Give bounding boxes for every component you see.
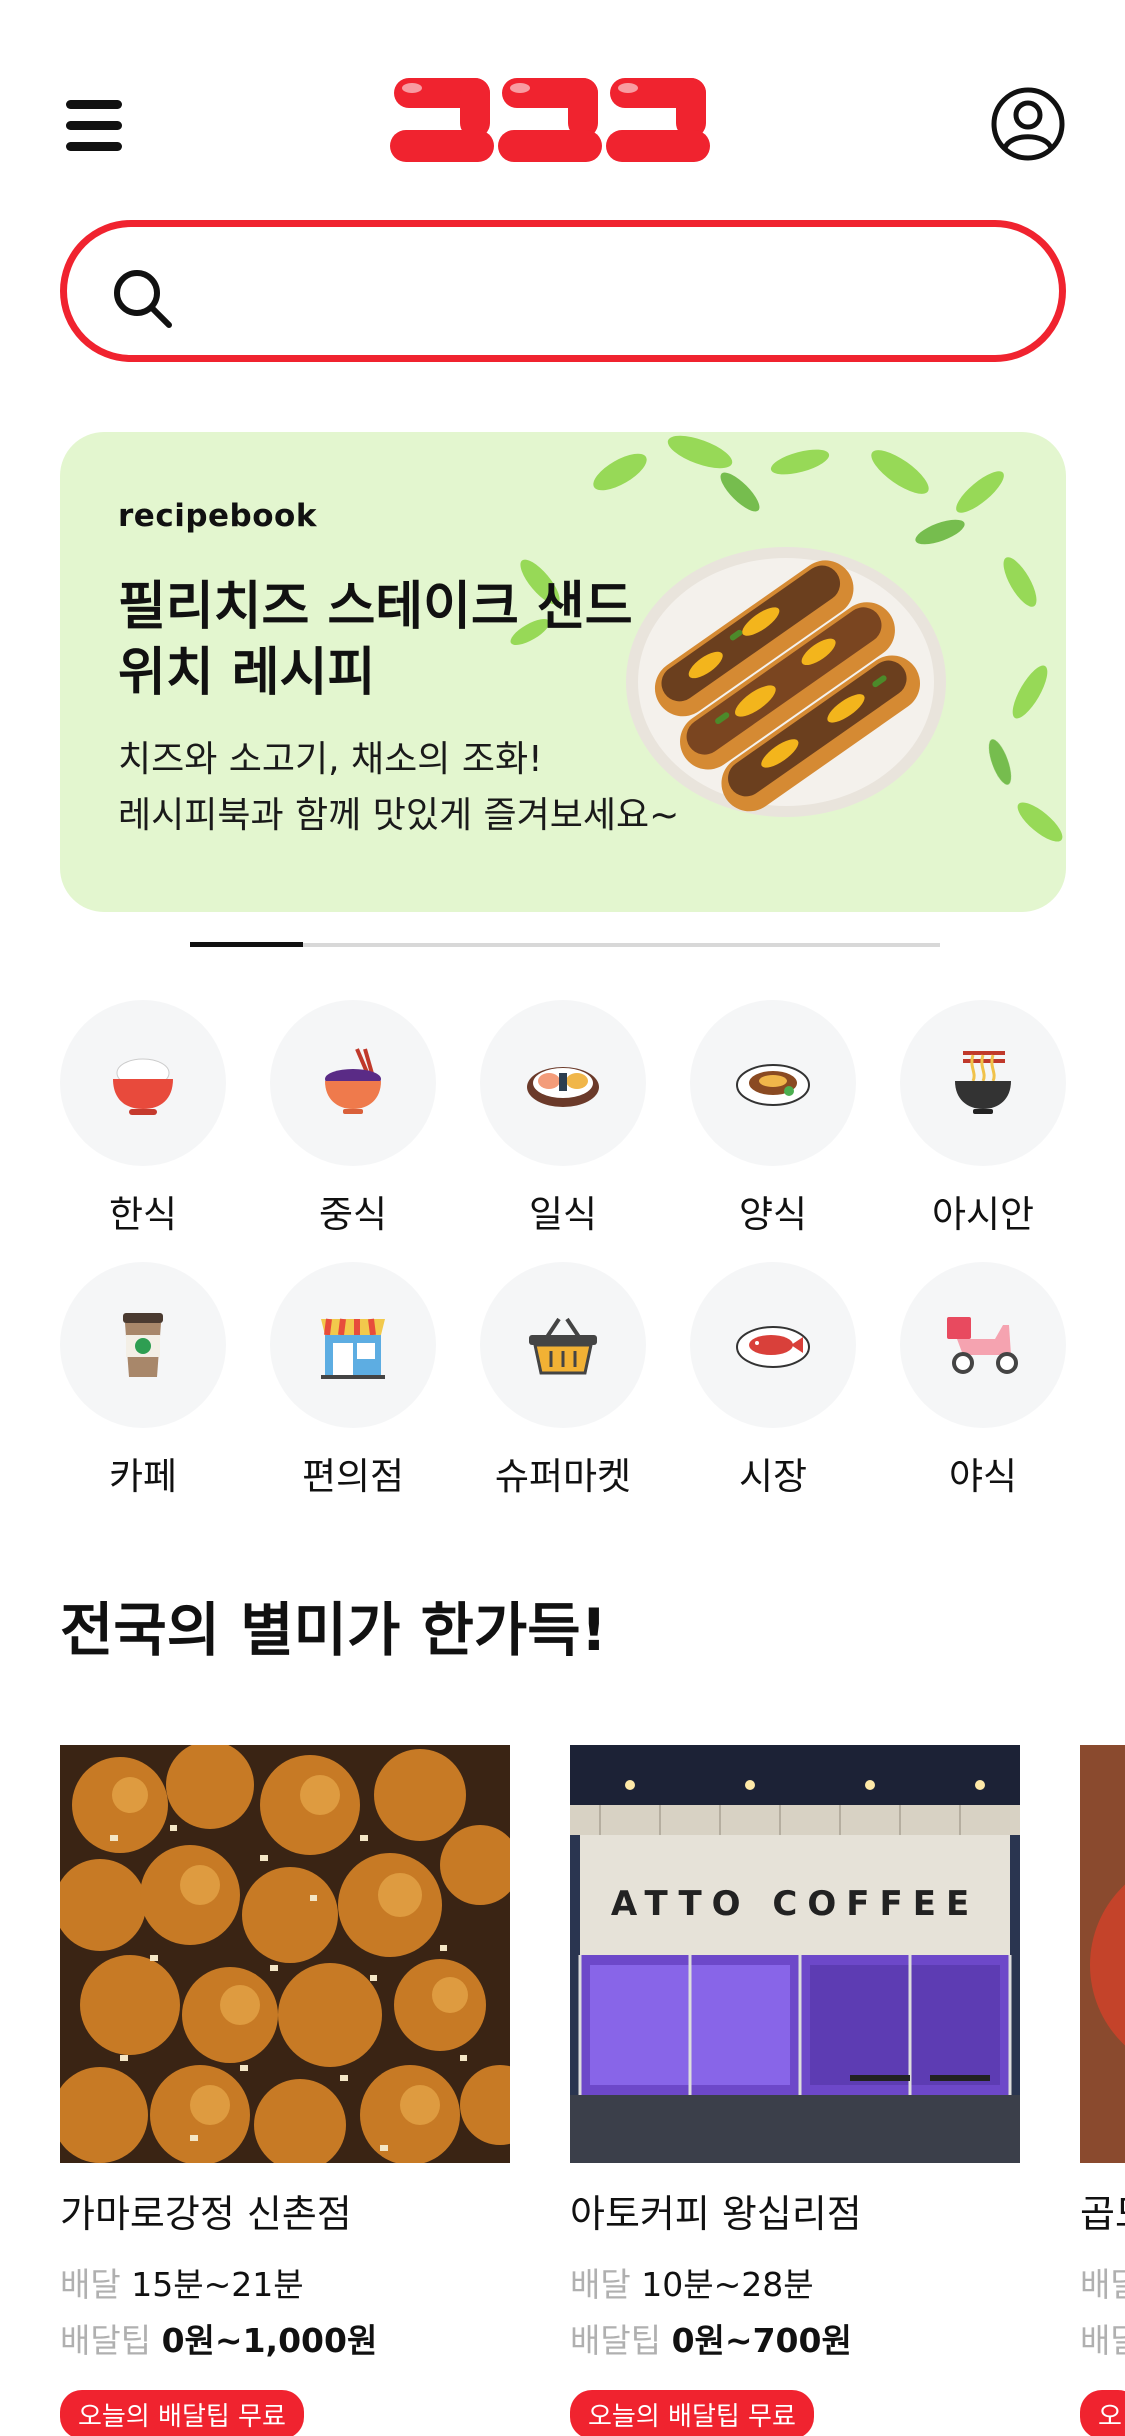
banner-description-line: 치즈와 소고기, 채소의 조화! (118, 739, 543, 780)
rice-bowl-icon (113, 1058, 173, 1115)
category-korean[interactable]: 한식 (60, 1000, 226, 1238)
delivery-time-row: 배달 10분~28분 (570, 2258, 1020, 2306)
ramen-bowl-icon (955, 1051, 1011, 1114)
delivery-label: 배달 (1080, 2265, 1125, 2304)
user-circle-icon[interactable] (990, 86, 1066, 162)
store-card[interactable]: 곱도 배달 배달팁 오 (1080, 1745, 1125, 2436)
promo-banner[interactable]: recipebook 필리치즈 스테이크 샌드위치 레시피 치즈와 소고기, 채… (60, 432, 1066, 912)
free-tip-badge: 오늘의 배달팁 무료 (60, 2390, 304, 2436)
category-japanese[interactable]: 일식 (480, 1000, 646, 1238)
delivery-label: 배달 (570, 2265, 631, 2304)
delivery-time: 10분~28분 (641, 2265, 814, 2304)
category-label: 아시안 (931, 1193, 1035, 1236)
sushi-icon (527, 1067, 599, 1107)
free-tip-badge: 오늘의 배달팁 무료 (570, 2390, 814, 2436)
tip-value: 0원~700원 (671, 2321, 852, 2360)
category-label: 중식 (318, 1193, 388, 1236)
noodle-bowl-icon (325, 1048, 381, 1114)
category-convenience-store[interactable]: 편의점 (270, 1262, 436, 1500)
category-chinese[interactable]: 중식 (270, 1000, 436, 1238)
pasta-plate-icon (736, 1064, 810, 1106)
store-image (60, 1745, 510, 2163)
home-screen: recipebook 필리치즈 스테이크 샌드위치 레시피 치즈와 소고기, 채… (0, 0, 1125, 2436)
category-cafe[interactable]: 카페 (60, 1262, 226, 1500)
category-label: 편의점 (301, 1455, 405, 1498)
category-late-night[interactable]: 야식 (900, 1262, 1066, 1500)
app-logo[interactable] (390, 70, 712, 180)
free-tip-badge: 오 (1080, 2390, 1125, 2436)
coffee-cup-icon (123, 1313, 163, 1377)
category-supermarket[interactable]: 슈퍼마켓 (480, 1262, 646, 1500)
tip-label: 배달팁 (1080, 2321, 1125, 2360)
search-icon (114, 270, 172, 328)
delivery-scooter-icon (947, 1317, 1018, 1374)
delivery-time-row: 배달 15분~21분 (60, 2258, 510, 2306)
header (0, 60, 1125, 190)
delivery-time: 15분~21분 (131, 2265, 304, 2304)
convenience-store-icon (321, 1318, 385, 1379)
delivery-label: 배달 (60, 2265, 121, 2304)
shopping-basket-icon (529, 1317, 597, 1375)
category-asian[interactable]: 아시안 (900, 1000, 1066, 1238)
category-label: 야식 (948, 1455, 1018, 1498)
search-bar[interactable] (60, 220, 1066, 362)
hamburger-menu-icon[interactable] (62, 98, 126, 154)
search-input[interactable] (197, 257, 1017, 327)
store-name: 곱도 (1080, 2192, 1125, 2236)
banner-title: 필리치즈 스테이크 샌드위치 레시피 (118, 577, 633, 703)
category-label: 양식 (738, 1193, 808, 1236)
store-sign-text: ATTO COFFEE (611, 1884, 979, 1924)
tip-label: 배달팁 (60, 2321, 152, 2360)
delivery-tip-row: 배달팁 0원~1,000원 (60, 2314, 510, 2362)
store-card[interactable]: ATTO COFFEE 아토커피 왕십리점 배달 10분~28분 배달팁 0원~ (570, 1745, 1020, 2436)
store-image (1080, 1745, 1125, 2163)
banner-page-indicator (190, 942, 940, 947)
category-western[interactable]: 양식 (690, 1000, 856, 1238)
delivery-tip-row: 배달팁 0원~700원 (570, 2314, 1020, 2362)
store-image: ATTO COFFEE (570, 1745, 1020, 2163)
category-label: 시장 (738, 1455, 808, 1498)
delivery-time-row: 배달 (1080, 2258, 1125, 2306)
category-label: 카페 (108, 1455, 178, 1498)
section-title: 전국의 별미가 한가득! (60, 1596, 608, 1664)
banner-page-indicator-fill (190, 942, 303, 947)
store-card[interactable]: 가마로강정 신촌점 배달 15분~21분 배달팁 0원~1,000원 오늘의 배… (60, 1745, 510, 2436)
banner-brand: recipebook (118, 498, 317, 534)
category-label: 일식 (528, 1193, 598, 1236)
tip-value: 0원~1,000원 (161, 2321, 378, 2360)
category-label: 슈퍼마켓 (494, 1455, 632, 1498)
fish-plate-icon (736, 1326, 810, 1368)
banner-description: 치즈와 소고기, 채소의 조화! 레시피북과 함께 맛있게 즐겨보세요~ (118, 732, 758, 844)
delivery-tip-row: 배달팁 (1080, 2314, 1125, 2362)
tip-label: 배달팁 (570, 2321, 662, 2360)
category-market[interactable]: 시장 (690, 1262, 856, 1500)
store-name: 아토커피 왕십리점 (570, 2192, 862, 2236)
category-label: 한식 (108, 1193, 178, 1236)
banner-description-line: 레시피북과 함께 맛있게 즐겨보세요~ (118, 795, 680, 836)
store-name: 가마로강정 신촌점 (60, 2192, 352, 2236)
